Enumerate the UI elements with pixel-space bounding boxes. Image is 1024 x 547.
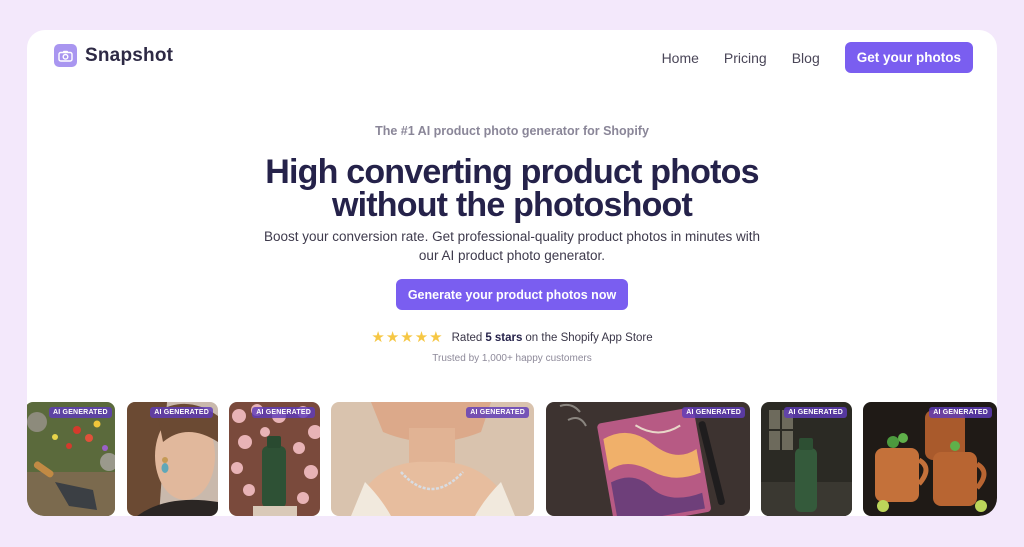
top-nav: Home Pricing Blog Get your photos (662, 42, 973, 73)
ai-generated-badge: AI GENERATED (252, 407, 315, 418)
gallery-photo-trowel: AI GENERATED (27, 402, 115, 516)
nav-link-home[interactable]: Home (662, 50, 699, 66)
ai-generated-badge: AI GENERATED (466, 407, 529, 418)
gallery-photo-bottle-blossom: AI GENERATED (229, 402, 320, 516)
hero-headline: High converting product photos without t… (27, 155, 997, 224)
star-icon: ★ (371, 329, 385, 346)
headline-line-2: without the photoshoot (331, 186, 693, 224)
hero-subtitle: Boost your conversion rate. Get professi… (27, 227, 997, 265)
rating-prefix: Rated (451, 331, 483, 344)
trusted-text: Trusted by 1,000+ happy customers (432, 353, 592, 364)
subtitle-line-1: Boost your conversion rate. Get professi… (263, 229, 760, 244)
star-icon: ★ (385, 329, 400, 346)
ai-generated-badge: AI GENERATED (929, 407, 992, 418)
bottle-dark-image (761, 402, 852, 516)
trowel-image (27, 402, 115, 516)
gallery-photo-bottle-dark: AI GENERATED (761, 402, 852, 516)
ai-generated-badge: AI GENERATED (784, 407, 847, 418)
ai-generated-badge: AI GENERATED (49, 407, 112, 418)
earring-image (127, 402, 218, 516)
nav-link-blog[interactable]: Blog (792, 50, 820, 66)
rating-highlight: 5 stars (485, 331, 523, 344)
necklace-image (331, 402, 534, 516)
bottle-blossom-image (229, 402, 320, 516)
rating-stars: ★ ★ ★ ★ ★ (371, 330, 443, 345)
gallery-photo-earring: AI GENERATED (127, 402, 218, 516)
brand-logo[interactable]: Snapshot (54, 44, 173, 67)
brand-name: Snapshot (85, 44, 174, 66)
hero-eyebrow: The #1 AI product photo generator for Sh… (375, 124, 649, 138)
nav-link-pricing[interactable]: Pricing (724, 50, 767, 66)
notebook-image (546, 402, 750, 516)
camera-icon (54, 44, 77, 67)
copper-mugs-image (863, 402, 997, 516)
generate-photos-button[interactable]: Generate your product photos now (396, 279, 628, 310)
landing-card: Snapshot Home Pricing Blog Get your phot… (27, 30, 997, 516)
star-icon: ★ (400, 329, 414, 346)
star-icon: ★ (414, 329, 429, 346)
gallery-photo-notebook: AI GENERATED (546, 402, 750, 516)
rating-row: ★ ★ ★ ★ ★ Rated 5 stars on the Shopify A… (27, 330, 997, 345)
gallery-photo-copper-mugs: AI GENERATED (863, 402, 997, 516)
ai-generated-badge: AI GENERATED (150, 407, 213, 418)
ai-generated-badge: AI GENERATED (682, 407, 745, 418)
subtitle-line-2: our AI product photo generator. (418, 248, 606, 263)
rating-suffix: on the Shopify App Store (525, 331, 653, 344)
photo-gallery: AI GENERATED AI GENERATED AI GENERATED A… (27, 402, 997, 516)
get-photos-button[interactable]: Get your photos (844, 42, 973, 73)
gallery-photo-necklace: AI GENERATED (331, 402, 534, 516)
star-icon: ★ (429, 329, 443, 346)
